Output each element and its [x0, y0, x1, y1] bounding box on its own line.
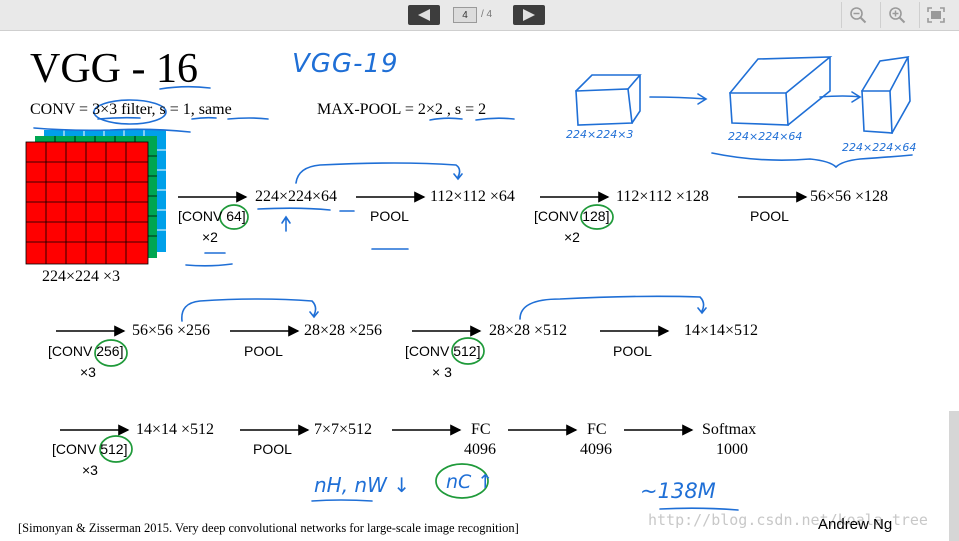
- r1-conv64-mult: ×2: [202, 229, 218, 245]
- handwritten-nc: nC ↑: [446, 471, 494, 493]
- r1-volume-56x56x128: 56×56 ×128: [810, 188, 889, 205]
- r2-conv512-label: [CONV 512]: [405, 343, 481, 359]
- r3-pool-label: POOL: [253, 441, 292, 457]
- previous-page-button[interactable]: [408, 5, 440, 25]
- handwritten-vgg19: VGG-19: [292, 49, 399, 79]
- r2-conv256-label: [CONV 256]: [48, 343, 124, 359]
- r1-volume-112x112x128: 112×112 ×128: [616, 188, 709, 205]
- r3-volume-14x14x512: 14×14 ×512: [136, 421, 215, 438]
- r1-conv128-label: [CONV 128]: [534, 208, 610, 224]
- zoom-in-button[interactable]: [880, 2, 913, 28]
- handwritten-params: ~138M: [640, 479, 716, 503]
- r3-fc2-units: 4096: [580, 441, 612, 458]
- r3-fc2-label: FC: [587, 421, 607, 438]
- r2-conv256-mult: ×3: [80, 364, 96, 380]
- conv-definition: CONV = 3×3 filter, s = 1, same: [30, 101, 232, 118]
- r1-pool1-label: POOL: [370, 208, 409, 224]
- r2-volume-28x28x256: 28×28 ×256: [304, 322, 383, 339]
- r3-conv512-label: [CONV 512]: [52, 441, 128, 457]
- next-page-button[interactable]: [513, 5, 545, 25]
- triangle-right-icon: [523, 9, 535, 21]
- fullscreen-button[interactable]: [919, 2, 952, 28]
- r3-softmax-label: Softmax: [702, 421, 757, 438]
- r2-volume-56x56x256: 56×56 ×256: [132, 322, 211, 339]
- author-name: Andrew Ng: [818, 516, 893, 533]
- r3-softmax-units: 1000: [716, 441, 748, 458]
- r1-pool2-label: POOL: [750, 208, 789, 224]
- r3-conv512-mult: ×3: [82, 462, 98, 478]
- handwritten-cube3-size: 224×224×64: [842, 141, 917, 154]
- r3-fc1-label: FC: [471, 421, 491, 438]
- r1-conv128-mult: ×2: [564, 229, 580, 245]
- r2-volume-14x14x512: 14×14×512: [684, 322, 759, 339]
- zoom-out-button[interactable]: [841, 2, 874, 28]
- handwritten-cube1-size: 224×224×3: [566, 128, 634, 141]
- zoom-in-icon: [889, 7, 906, 24]
- vertical-scrollbar[interactable]: [949, 411, 959, 541]
- r1-conv64-label: [CONV 64]: [178, 208, 246, 224]
- r2-volume-28x28x512: 28×28 ×512: [489, 322, 568, 339]
- slide-canvas: VGG - 16 CONV = 3×3 filter, s = 1, same …: [0, 31, 959, 541]
- viewer-toolbar: 4 / 4: [0, 0, 959, 31]
- maxpool-definition: MAX-POOL = 2×2 , s = 2: [317, 101, 487, 118]
- triangle-left-icon: [418, 9, 430, 21]
- fullscreen-icon: [927, 7, 945, 23]
- input-size-label: 224×224 ×3: [42, 268, 121, 285]
- r3-fc1-units: 4096: [464, 441, 496, 458]
- citation: [Simonyan & Zisserman 2015. Very deep co…: [18, 521, 519, 535]
- r2-conv512-mult: × 3: [432, 364, 452, 380]
- r3-volume-7x7x512: 7×7×512: [314, 421, 373, 438]
- handwritten-nh-nw: nH, nW ↓: [314, 473, 410, 497]
- r1-volume-112x112x64: 112×112 ×64: [430, 188, 515, 205]
- page-total: / 4: [481, 9, 493, 20]
- handwritten-cube2-size: 224×224×64: [728, 130, 803, 143]
- cube-sketch-1: [575, 74, 642, 126]
- page-number-input[interactable]: 4: [453, 7, 477, 23]
- r2-pool1-label: POOL: [244, 343, 283, 359]
- r2-pool2-label: POOL: [613, 343, 652, 359]
- r1-volume-224x224x64: 224×224×64: [255, 188, 338, 205]
- cube-sketch-2: [729, 56, 833, 126]
- cube-sketch-3: [861, 55, 911, 134]
- page-current: 4: [462, 9, 468, 21]
- slide-title: VGG - 16: [30, 46, 198, 92]
- zoom-out-icon: [850, 7, 867, 24]
